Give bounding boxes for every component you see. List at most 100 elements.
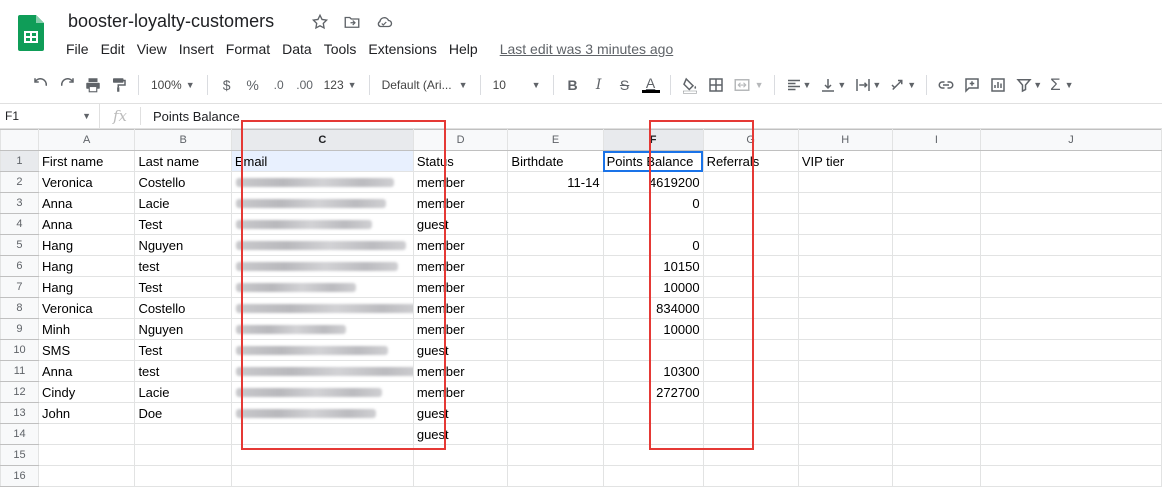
cell-c16[interactable] [230,465,414,487]
cell-c1[interactable]: Email [230,150,414,172]
cell-d5[interactable]: member [412,234,509,256]
cell-e14[interactable] [507,423,604,445]
cell-g10[interactable] [702,339,799,361]
cell-b15[interactable] [134,444,232,466]
column-header-h[interactable]: H [797,129,893,151]
cell-e12[interactable] [507,381,604,403]
row-header[interactable]: 15 [0,444,39,466]
cell-h15[interactable] [797,444,893,466]
horizontal-align-icon[interactable]: ▼ [781,71,816,99]
cell-i9[interactable] [891,318,982,340]
cell-e11[interactable] [507,360,604,382]
cell-e2[interactable]: 11-14 [507,171,604,193]
cell-f4[interactable] [602,213,704,235]
text-wrap-icon[interactable]: ▼ [850,71,885,99]
cell-g12[interactable] [702,381,799,403]
menu-insert[interactable]: Insert [173,39,220,59]
cell-j3[interactable] [980,192,1162,214]
cell-f3[interactable]: 0 [602,192,704,214]
print-icon[interactable] [80,71,106,99]
row-header[interactable]: 16 [0,465,39,487]
star-icon[interactable] [310,12,330,32]
cell-a7[interactable]: Hang [37,276,136,298]
row-header[interactable]: 9 [0,318,39,340]
vertical-align-icon[interactable]: ▼ [815,71,850,99]
column-header-d[interactable]: D [412,129,509,151]
cell-b6[interactable]: test [134,255,232,277]
cell-f8[interactable]: 834000 [602,297,704,319]
cell-h11[interactable] [797,360,893,382]
cell-j15[interactable] [980,444,1162,466]
redo-icon[interactable] [54,71,80,99]
cell-g14[interactable] [702,423,799,445]
cell-f10[interactable] [602,339,704,361]
cell-c3[interactable] [230,192,414,214]
cell-a8[interactable]: Veronica [37,297,136,319]
menu-tools[interactable]: Tools [318,39,363,59]
column-header-c[interactable]: C [230,129,414,151]
cell-f14[interactable] [602,423,704,445]
paint-format-icon[interactable] [106,71,132,99]
row-header[interactable]: 13 [0,402,39,424]
cell-f6[interactable]: 10150 [602,255,704,277]
menu-file[interactable]: File [60,39,95,59]
cell-d1[interactable]: Status [412,150,509,172]
cell-h10[interactable] [797,339,893,361]
cell-d3[interactable]: member [412,192,509,214]
cell-h7[interactable] [797,276,893,298]
cell-c5[interactable] [230,234,414,256]
cell-c4[interactable] [230,213,414,235]
cell-d16[interactable] [412,465,509,487]
cell-a12[interactable]: Cindy [37,381,136,403]
filter-icon[interactable]: ▼ [1011,71,1046,99]
cell-i3[interactable] [891,192,982,214]
cell-f5[interactable]: 0 [602,234,704,256]
cell-f9[interactable]: 10000 [602,318,704,340]
cell-a16[interactable] [37,465,136,487]
cell-i15[interactable] [891,444,982,466]
undo-icon[interactable] [28,71,54,99]
fill-color-icon[interactable] [677,71,703,99]
row-header[interactable]: 6 [0,255,39,277]
row-header[interactable]: 11 [0,360,39,382]
zoom-select[interactable]: 100% ▼ [145,78,201,92]
cell-h14[interactable] [797,423,893,445]
row-header[interactable]: 2 [0,171,39,193]
decrease-decimals-button[interactable]: .0 [266,71,292,99]
cell-j13[interactable] [980,402,1162,424]
cell-b14[interactable] [134,423,232,445]
cell-i13[interactable] [891,402,982,424]
cell-i16[interactable] [891,465,982,487]
bold-icon[interactable]: B [560,71,586,99]
cell-d6[interactable]: member [412,255,509,277]
cell-e4[interactable] [507,213,604,235]
cell-e6[interactable] [507,255,604,277]
cell-a3[interactable]: Anna [37,192,136,214]
cell-g13[interactable] [702,402,799,424]
cell-b4[interactable]: Test [134,213,232,235]
row-header[interactable]: 4 [0,213,39,235]
cell-f11[interactable]: 10300 [602,360,704,382]
cell-b3[interactable]: Lacie [134,192,232,214]
column-header-b[interactable]: B [134,129,232,151]
insert-comment-icon[interactable] [959,71,985,99]
cell-a14[interactable] [37,423,136,445]
cell-b7[interactable]: Test [134,276,232,298]
row-header[interactable]: 8 [0,297,39,319]
column-header-e[interactable]: E [507,129,604,151]
cell-h9[interactable] [797,318,893,340]
cell-i1[interactable] [891,150,982,172]
cell-c6[interactable] [230,255,414,277]
cell-i2[interactable] [891,171,982,193]
cell-a13[interactable]: John [37,402,136,424]
row-header[interactable]: 5 [0,234,39,256]
cell-f2[interactable]: 4619200 [602,171,704,193]
increase-decimals-button[interactable]: .00 [292,71,318,99]
cell-g8[interactable] [702,297,799,319]
cell-g9[interactable] [702,318,799,340]
cell-c7[interactable] [230,276,414,298]
cell-b11[interactable]: test [134,360,232,382]
cell-i14[interactable] [891,423,982,445]
cell-e7[interactable] [507,276,604,298]
menu-view[interactable]: View [131,39,173,59]
